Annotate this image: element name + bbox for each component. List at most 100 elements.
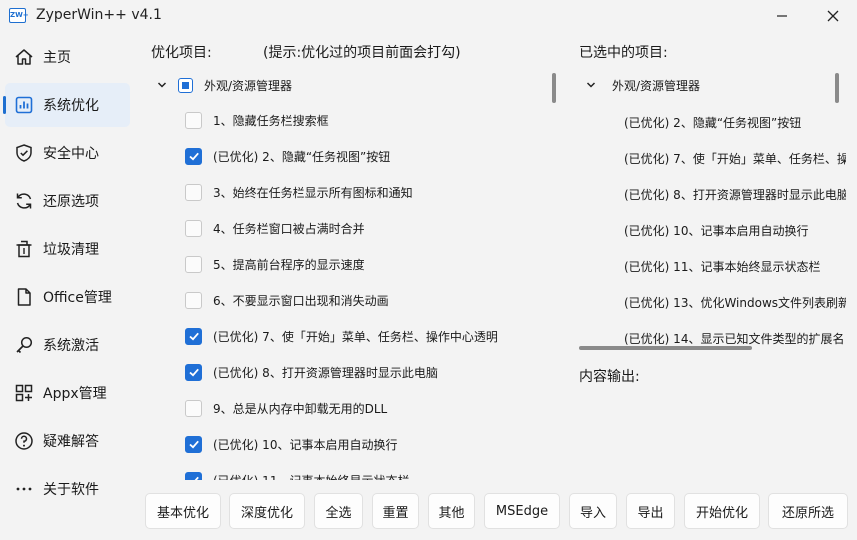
chart-icon xyxy=(13,94,35,116)
list-item[interactable]: 4、任务栏窗口被占满时合并 xyxy=(185,213,365,243)
selected-title: 已选中的项目: xyxy=(579,45,668,61)
output-title: 内容输出: xyxy=(579,369,640,385)
list-item[interactable]: (已优化) 7、使「开始」菜单、任务栏、操作中心透明 xyxy=(185,321,498,351)
checkbox[interactable] xyxy=(185,219,202,237)
reset-button[interactable]: 重置 xyxy=(372,493,419,529)
check-icon xyxy=(188,368,199,377)
list-item[interactable]: 3、始终在任务栏显示所有图标和通知 xyxy=(185,177,413,207)
scrollbar-thumb[interactable] xyxy=(835,73,839,103)
item-label: 5、提高前台程序的显示速度 xyxy=(213,257,365,272)
deep-optimize-button[interactable]: 深度优化 xyxy=(229,493,305,529)
optimization-list[interactable]: 外观/资源管理器 1、隐藏任务栏搜索框 (已优化) 2、隐藏“任务视图”按钮 3… xyxy=(145,68,563,480)
checkbox[interactable] xyxy=(185,399,202,417)
tree-group-label: 外观/资源管理器 xyxy=(612,78,701,93)
checkbox[interactable] xyxy=(185,147,202,165)
list-item[interactable]: (已优化) 10、记事本启用自动换行 xyxy=(624,222,808,239)
sidebar: 主页 系统优化 安全中心 还原选项 垃圾清理 Office管理 系统激活 App… xyxy=(0,34,140,540)
checkbox[interactable] xyxy=(185,327,202,345)
check-icon xyxy=(188,152,199,161)
sidebar-item-label: Office管理 xyxy=(43,290,112,306)
list-item[interactable]: 9、总是从内存中卸载无用的DLL xyxy=(185,393,387,423)
trash-icon xyxy=(13,238,35,260)
list-item[interactable]: (已优化) 11、记事本始终显示状态栏 xyxy=(185,465,409,480)
import-button[interactable]: 导入 xyxy=(569,493,617,529)
sidebar-item-label: 系统优化 xyxy=(43,98,99,114)
selected-list[interactable]: 外观/资源管理器 (已优化) 2、隐藏“任务视图”按钮 (已优化) 7、使「开始… xyxy=(576,68,846,354)
sidebar-item-label: 系统激活 xyxy=(43,338,99,354)
export-button[interactable]: 导出 xyxy=(626,493,675,529)
list-item[interactable]: (已优化) 13、优化Windows文件列表刷新策略 xyxy=(624,294,846,311)
checkbox[interactable] xyxy=(185,363,202,381)
sidebar-item-label: 安全中心 xyxy=(43,146,99,162)
sidebar-item-label: Appx管理 xyxy=(43,386,107,402)
list-item[interactable]: (已优化) 2、隐藏“任务视图”按钮 xyxy=(624,114,801,131)
close-icon xyxy=(827,10,839,22)
list-item[interactable]: (已优化) 2、隐藏“任务视图”按钮 xyxy=(185,141,390,171)
window-title: ZyperWin++ v4.1 xyxy=(36,7,162,23)
sidebar-item-office[interactable]: Office管理 xyxy=(5,275,130,319)
list-item[interactable]: (已优化) 7、使「开始」菜单、任务栏、操作中心透明 xyxy=(624,150,846,167)
more-icon xyxy=(13,478,35,500)
other-button[interactable]: 其他 xyxy=(428,493,475,529)
minimize-icon xyxy=(777,15,787,17)
tree-group-header[interactable]: 外观/资源管理器 xyxy=(586,73,700,97)
horizontal-scrollbar-thumb[interactable] xyxy=(579,346,752,350)
sidebar-item-label: 还原选项 xyxy=(43,194,99,210)
start-optimize-button[interactable]: 开始优化 xyxy=(684,493,760,529)
list-item[interactable]: 5、提高前台程序的显示速度 xyxy=(185,249,365,279)
sidebar-item-troubleshoot[interactable]: 疑难解答 xyxy=(5,419,130,463)
minimize-button[interactable] xyxy=(764,4,800,28)
tree-group-header[interactable]: 外观/资源管理器 xyxy=(157,73,292,97)
key-icon xyxy=(13,334,35,356)
scrollbar-thumb[interactable] xyxy=(552,73,556,103)
document-icon xyxy=(13,286,35,308)
sidebar-item-security[interactable]: 安全中心 xyxy=(5,131,130,175)
sidebar-item-restore[interactable]: 还原选项 xyxy=(5,179,130,223)
list-item[interactable]: (已优化) 14、显示已知文件类型的扩展名 xyxy=(624,330,844,347)
chevron-down-icon xyxy=(157,82,167,88)
list-item[interactable]: (已优化) 8、打开资源管理器时显示此电脑 xyxy=(185,357,438,387)
sidebar-item-about[interactable]: 关于软件 xyxy=(5,467,130,511)
item-label: (已优化) 11、记事本始终显示状态栏 xyxy=(213,472,409,481)
tree-group-label: 外观/资源管理器 xyxy=(204,78,293,93)
home-icon xyxy=(13,46,35,68)
sidebar-item-activation[interactable]: 系统激活 xyxy=(5,323,130,367)
checkbox[interactable] xyxy=(185,111,202,129)
list-item[interactable]: 6、不要显示窗口出现和消失动画 xyxy=(185,285,389,315)
optimization-hint: (提示:优化过的项目前面会打勾) xyxy=(263,45,461,61)
close-button[interactable] xyxy=(815,4,851,28)
list-item[interactable]: (已优化) 11、记事本始终显示状态栏 xyxy=(624,258,820,275)
shield-icon xyxy=(13,142,35,164)
sidebar-item-label: 主页 xyxy=(43,50,71,66)
sidebar-item-appx[interactable]: Appx管理 xyxy=(5,371,130,415)
checkbox[interactable] xyxy=(185,183,202,201)
checkbox[interactable] xyxy=(185,471,202,480)
item-label: 6、不要显示窗口出现和消失动画 xyxy=(213,293,389,308)
checkbox[interactable] xyxy=(185,291,202,309)
sidebar-item-label: 疑难解答 xyxy=(43,434,99,450)
sidebar-item-home[interactable]: 主页 xyxy=(5,35,130,79)
list-item[interactable]: 1、隐藏任务栏搜索框 xyxy=(185,105,329,135)
checkbox[interactable] xyxy=(185,255,202,273)
sidebar-item-cleanup[interactable]: 垃圾清理 xyxy=(5,227,130,271)
item-label: 9、总是从内存中卸载无用的DLL xyxy=(213,401,388,416)
check-icon xyxy=(188,332,199,341)
checkbox[interactable] xyxy=(185,435,202,453)
list-item[interactable]: (已优化) 8、打开资源管理器时显示此电脑 xyxy=(624,186,846,203)
list-item[interactable]: (已优化) 10、记事本启用自动换行 xyxy=(185,429,397,459)
grid-icon xyxy=(13,382,35,404)
msedge-button[interactable]: MSEdge xyxy=(484,493,560,529)
item-label: 4、任务栏窗口被占满时合并 xyxy=(213,221,365,236)
group-checkbox[interactable] xyxy=(178,77,193,93)
sidebar-item-label: 垃圾清理 xyxy=(43,242,99,258)
item-label: 1、隐藏任务栏搜索框 xyxy=(213,113,329,128)
title-bar: ZW+ ZyperWin++ v4.1 xyxy=(0,0,857,34)
basic-optimize-button[interactable]: 基本优化 xyxy=(145,493,221,529)
item-label: 3、始终在任务栏显示所有图标和通知 xyxy=(213,185,413,200)
optimization-title: 优化项目: xyxy=(151,45,212,61)
restore-selected-button[interactable]: 还原所选 xyxy=(768,493,848,529)
sidebar-item-system-optimize[interactable]: 系统优化 xyxy=(3,83,130,127)
select-all-button[interactable]: 全选 xyxy=(314,493,363,529)
check-icon xyxy=(188,440,199,449)
item-label: (已优化) 2、隐藏“任务视图”按钮 xyxy=(213,149,391,164)
